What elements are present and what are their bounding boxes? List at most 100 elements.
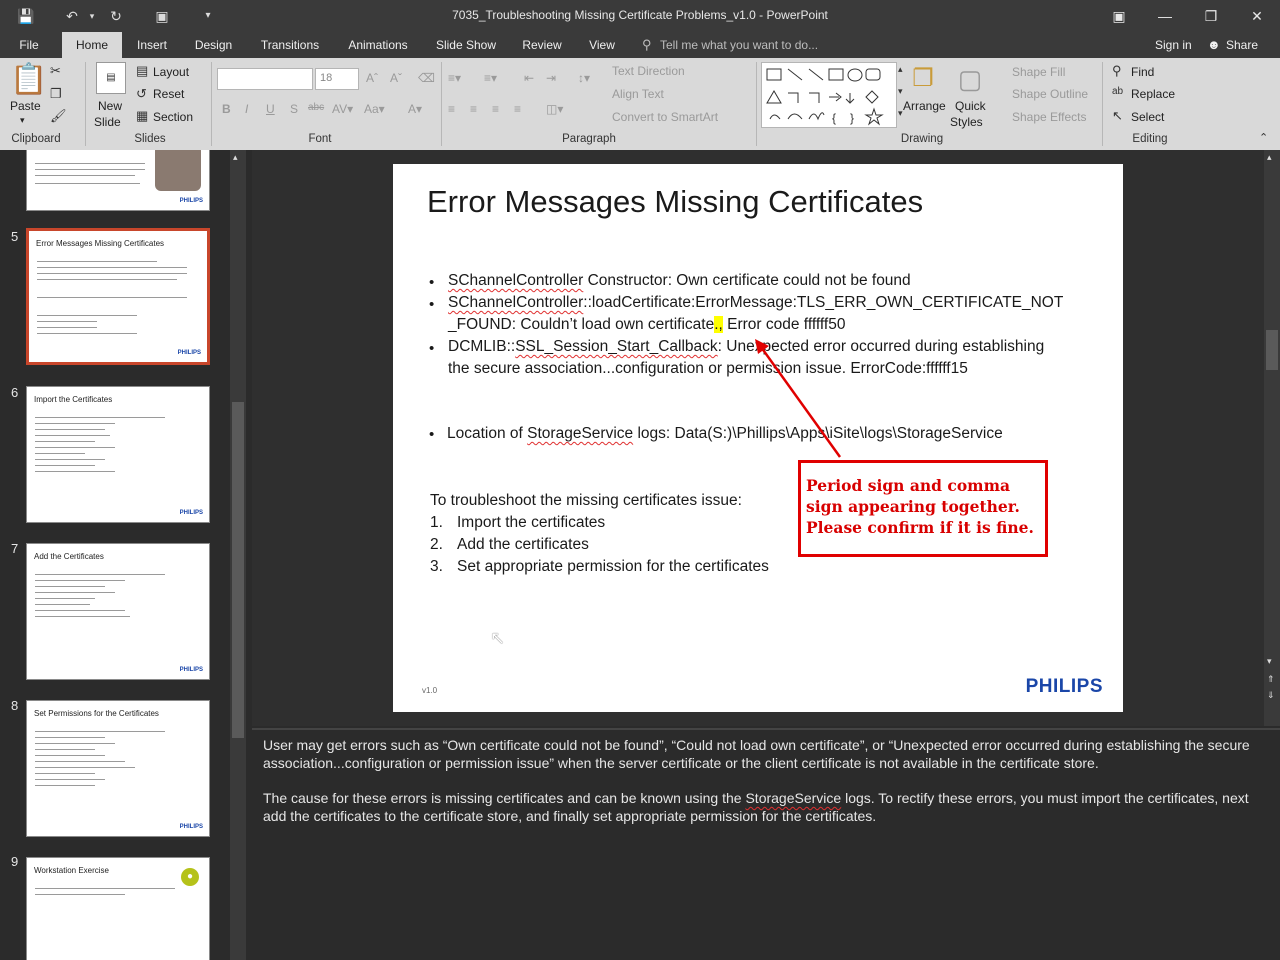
select-button[interactable]: Select bbox=[1131, 110, 1164, 124]
align-right-icon[interactable]: ≡ bbox=[492, 102, 499, 116]
replace-button[interactable]: Replace bbox=[1131, 87, 1175, 101]
new-slide-icon[interactable]: ▤ bbox=[96, 62, 126, 94]
paste-dropdown-icon[interactable]: ▾ bbox=[20, 115, 25, 126]
font-size-box[interactable]: 18 bbox=[315, 68, 359, 90]
next-slide-icon[interactable]: ⇓ bbox=[1267, 690, 1275, 701]
group-label-slides: Slides bbox=[134, 133, 166, 145]
quick-styles-label-2[interactable]: Styles bbox=[950, 115, 983, 129]
ribbon: 📋 Paste ▾ ✂ ❐ 🖌 Clipboard ▤ New Slide ▤ … bbox=[0, 58, 1280, 150]
slide-thumbnail-6[interactable]: Import the Certificates PHILIPS bbox=[26, 386, 210, 523]
italic-icon[interactable]: I bbox=[245, 102, 248, 116]
notes-paragraph-1: User may get errors such as “Own certifi… bbox=[263, 737, 1250, 771]
thumbnail-title: Import the Certificates bbox=[34, 395, 113, 404]
layout-button[interactable]: Layout bbox=[153, 65, 189, 79]
group-label-editing: Editing bbox=[1132, 133, 1168, 145]
slide-thumbnail-8[interactable]: Set Permissions for the Certificates PHI… bbox=[26, 700, 210, 837]
align-left-icon[interactable]: ≡ bbox=[448, 102, 455, 116]
strikethrough-icon[interactable]: abc bbox=[308, 102, 324, 113]
underline-icon[interactable]: U bbox=[266, 102, 275, 116]
justify-icon[interactable]: ≡ bbox=[514, 102, 521, 116]
grow-font-icon[interactable]: Aˆ bbox=[366, 71, 378, 85]
divider bbox=[85, 62, 86, 146]
tab-review[interactable]: Review bbox=[514, 32, 570, 58]
tab-file[interactable]: File bbox=[8, 32, 50, 58]
shapes-scroll-down-icon[interactable]: ▾ bbox=[898, 86, 903, 97]
speaker-notes-pane[interactable]: User may get errors such as “Own certifi… bbox=[252, 728, 1280, 960]
ribbon-display-options-icon[interactable]: ▣ bbox=[1096, 0, 1142, 32]
minimize-icon[interactable]: — bbox=[1142, 0, 1188, 32]
new-slide-label-2[interactable]: Slide bbox=[94, 115, 121, 129]
restore-icon[interactable]: ❐ bbox=[1188, 0, 1234, 32]
collapse-ribbon-icon[interactable]: ⌃ bbox=[1259, 131, 1268, 144]
share-button[interactable]: Share bbox=[1226, 32, 1258, 58]
reset-icon: ↺ bbox=[136, 86, 147, 101]
shape-fill-button[interactable]: Shape Fill bbox=[1012, 65, 1065, 79]
shapes-more-icon[interactable]: ▾ bbox=[898, 108, 903, 119]
scrollbar-thumb[interactable] bbox=[1266, 330, 1278, 370]
shapes-scroll-up-icon[interactable]: ▴ bbox=[898, 64, 903, 75]
scrollbar-thumb[interactable] bbox=[232, 402, 244, 738]
find-button[interactable]: Find bbox=[1131, 65, 1154, 79]
slide-number-9: 9 bbox=[11, 854, 19, 869]
shape-effects-button[interactable]: Shape Effects bbox=[1012, 110, 1087, 124]
select-icon: ↖ bbox=[1112, 108, 1123, 123]
paste-button[interactable]: Paste bbox=[10, 99, 41, 113]
format-painter-icon[interactable]: 🖌 bbox=[50, 108, 67, 124]
tab-transitions[interactable]: Transitions bbox=[252, 32, 328, 58]
scroll-up-icon[interactable]: ▴ bbox=[1267, 152, 1272, 163]
slide-thumbnail-4[interactable]: PHILIPS bbox=[26, 150, 210, 211]
cut-icon[interactable]: ✂ bbox=[50, 63, 61, 79]
text-direction-button[interactable]: Text Direction bbox=[612, 64, 685, 78]
shadow-icon[interactable]: S bbox=[290, 102, 298, 116]
convert-smartart-button[interactable]: Convert to SmartArt bbox=[612, 110, 718, 124]
notes-paragraph-2-b: StorageService bbox=[745, 790, 842, 806]
section-button[interactable]: Section bbox=[153, 110, 193, 124]
arrange-button[interactable]: Arrange bbox=[903, 99, 946, 113]
bullets-icon[interactable]: ≡▾ bbox=[448, 71, 461, 85]
shapes-gallery[interactable]: { } bbox=[761, 62, 897, 128]
group-label-drawing: Drawing bbox=[900, 133, 944, 145]
new-slide-button[interactable]: New bbox=[98, 99, 122, 113]
slide-thumbnail-9[interactable]: Workstation Exercise ● bbox=[26, 857, 210, 960]
shrink-font-icon[interactable]: Aˇ bbox=[390, 71, 402, 85]
character-spacing-icon[interactable]: AV▾ bbox=[332, 102, 353, 116]
review-comment-callout[interactable]: Period sign and comma sign appearing tog… bbox=[798, 460, 1048, 557]
slide-thumbnail-7[interactable]: Add the Certificates PHILIPS bbox=[26, 543, 210, 680]
tab-home[interactable]: Home bbox=[62, 32, 122, 58]
reset-button[interactable]: Reset bbox=[153, 87, 184, 101]
change-case-icon[interactable]: Aa▾ bbox=[364, 102, 385, 116]
slide-thumbnail-5[interactable]: Error Messages Missing Certificates PHIL… bbox=[26, 228, 210, 365]
font-color-icon[interactable]: A▾ bbox=[408, 102, 422, 116]
shape-outline-button[interactable]: Shape Outline bbox=[1012, 87, 1088, 101]
tab-design[interactable]: Design bbox=[186, 32, 241, 58]
copy-icon[interactable]: ❐ bbox=[50, 86, 62, 102]
numbering-icon[interactable]: ≡▾ bbox=[484, 71, 497, 85]
font-name-box[interactable] bbox=[217, 68, 313, 90]
thumbnails-scrollbar[interactable]: ▴ bbox=[230, 150, 246, 960]
align-text-button[interactable]: Align Text bbox=[612, 87, 664, 101]
scroll-up-icon[interactable]: ▴ bbox=[233, 152, 238, 163]
previous-slide-icon[interactable]: ⇑ bbox=[1267, 674, 1275, 685]
scroll-down-icon[interactable]: ▾ bbox=[1267, 656, 1272, 667]
center-icon[interactable]: ≡ bbox=[470, 102, 477, 116]
tab-insert[interactable]: Insert bbox=[127, 32, 177, 58]
clear-formatting-icon[interactable]: ⌫ bbox=[418, 71, 435, 85]
group-label-font: Font bbox=[308, 133, 332, 145]
columns-icon[interactable]: ◫▾ bbox=[546, 102, 563, 116]
quick-styles-button[interactable]: Quick bbox=[955, 99, 986, 113]
sign-in-link[interactable]: Sign in bbox=[1155, 32, 1192, 58]
close-icon[interactable]: ✕ bbox=[1234, 0, 1280, 32]
tab-slide-show[interactable]: Slide Show bbox=[430, 32, 502, 58]
thumbnail-title: Set Permissions for the Certificates bbox=[34, 709, 159, 718]
tab-view[interactable]: View bbox=[582, 32, 622, 58]
bold-icon[interactable]: B bbox=[222, 102, 231, 116]
tell-me-search[interactable]: Tell me what you want to do... bbox=[660, 32, 818, 58]
slide-scrollbar[interactable]: ▴ ▾ ⇑ ⇓ bbox=[1264, 150, 1280, 726]
line-spacing-icon[interactable]: ↕▾ bbox=[578, 71, 590, 85]
decrease-indent-icon[interactable]: ⇤ bbox=[524, 71, 534, 85]
paste-icon[interactable]: 📋 bbox=[10, 62, 47, 98]
increase-indent-icon[interactable]: ⇥ bbox=[546, 71, 556, 85]
find-icon: ⚲ bbox=[1112, 63, 1122, 78]
tab-animations[interactable]: Animations bbox=[340, 32, 416, 58]
divider bbox=[441, 62, 442, 146]
